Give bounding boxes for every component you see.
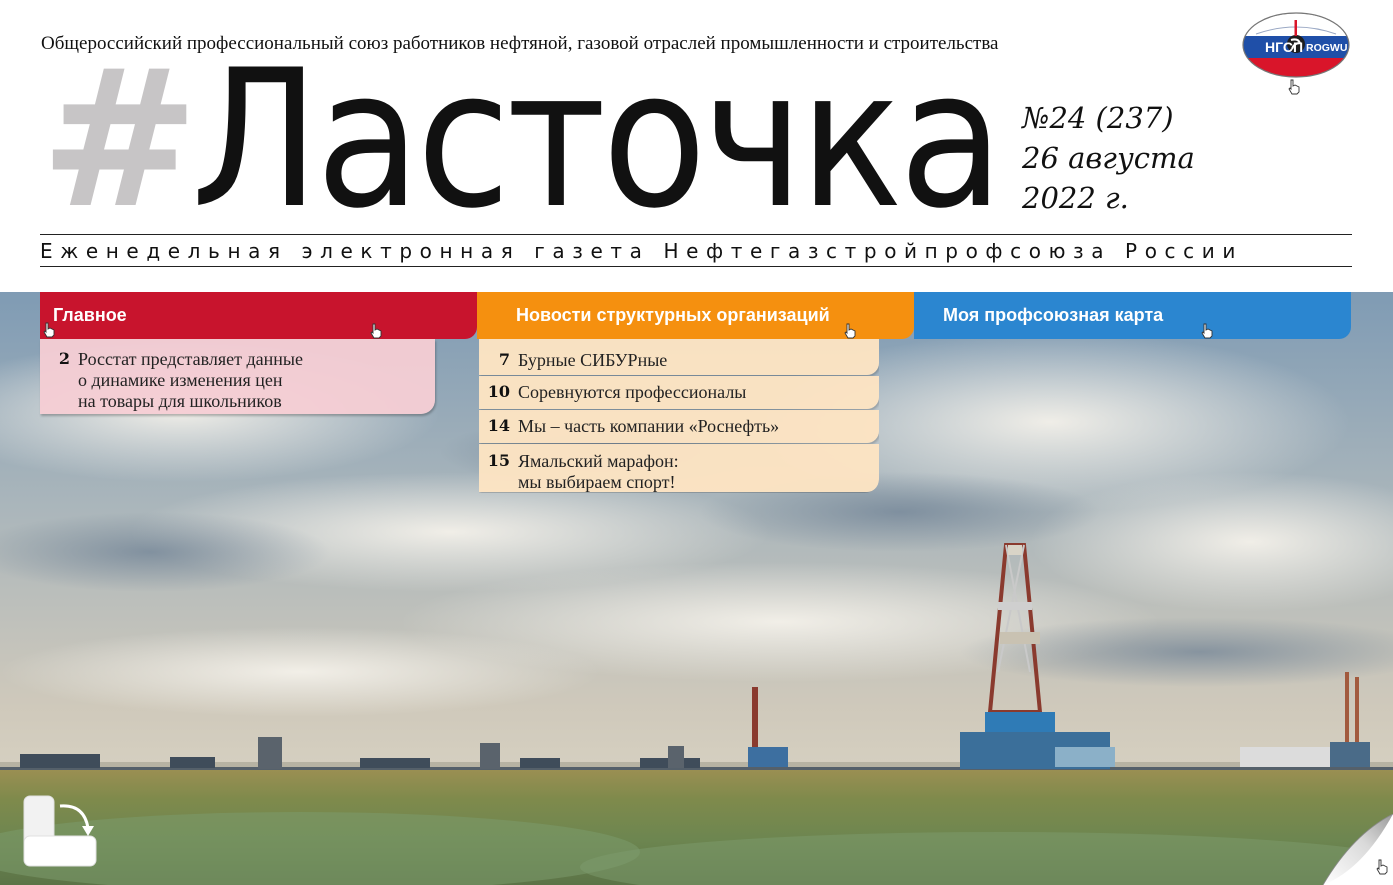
- rotate-page-button[interactable]: [22, 794, 98, 868]
- item-title-line: Ямальский марафон:: [518, 451, 679, 471]
- news-dropdown: 7 Бурные СИБУРные 10 Соревнуются професс…: [479, 339, 879, 493]
- hand-cursor-icon: [370, 323, 382, 339]
- item-page-number: 15: [487, 451, 510, 470]
- hand-cursor-icon: [1288, 79, 1300, 95]
- hand-cursor-icon: [43, 322, 55, 338]
- list-item[interactable]: 10 Соревнуются профессионалы: [479, 376, 879, 409]
- item-title-line: мы выбираем спорт!: [518, 472, 676, 492]
- item-title-line: о динамике изменения цен: [78, 370, 283, 390]
- list-item[interactable]: 15 Ямальский марафон: мы выбираем спорт!: [479, 444, 879, 492]
- masthead-title: #Ласточка: [40, 45, 1004, 235]
- issue-date: 26 августа: [1022, 141, 1195, 175]
- hand-cursor-icon: [1201, 323, 1213, 339]
- item-title-line: Росстат представляет данные: [78, 349, 303, 369]
- masthead-word: Ласточка: [191, 29, 1003, 250]
- item-page-number: 7: [498, 350, 510, 369]
- issue-year: 2022 г.: [1022, 181, 1129, 215]
- newspaper-subtitle: Еженедельная электронная газета Нефтегаз…: [40, 238, 1243, 263]
- tab-news-label: Новости структурных организаций: [516, 305, 830, 325]
- item-title: Росстат представляет данные о динамике и…: [78, 349, 303, 412]
- item-title: Соревнуются профессионалы: [518, 382, 747, 402]
- tab-union-card[interactable]: Моя профсоюзная карта: [914, 292, 1351, 339]
- hand-cursor-icon: [844, 323, 856, 339]
- logo-left-text: НГСП: [1265, 39, 1303, 55]
- item-page-number: 10: [487, 382, 510, 401]
- item-title: Мы – часть компании «Роснефть»: [518, 416, 780, 436]
- tab-main-label: Главное: [53, 305, 127, 325]
- issue-info: №24 (237) 26 августа 2022 г.: [1022, 98, 1195, 218]
- subtitle-bar: Еженедельная электронная газета Нефтегаз…: [40, 234, 1352, 267]
- tab-union-card-label: Моя профсоюзная карта: [943, 305, 1164, 325]
- item-title-line: на товары для школьников: [78, 391, 282, 411]
- next-page-curl[interactable]: [1313, 813, 1393, 885]
- list-item[interactable]: 7 Бурные СИБУРные: [479, 339, 879, 375]
- list-item[interactable]: 2 Росстат представляет данные о динамике…: [58, 349, 435, 412]
- item-page-number: 14: [487, 416, 510, 435]
- list-item[interactable]: 14 Мы – часть компании «Роснефть»: [479, 410, 879, 443]
- union-logo[interactable]: НГСП ROGWU: [1242, 12, 1350, 78]
- rotate-page-icon: [23, 795, 97, 867]
- page-curl-icon: [1322, 813, 1393, 885]
- newspaper-cover: Общероссийский профессиональный союз раб…: [0, 0, 1393, 885]
- tab-main[interactable]: Главное: [40, 292, 477, 339]
- item-title: Бурные СИБУРные: [518, 350, 668, 370]
- issue-number: №24 (237): [1022, 101, 1174, 135]
- masthead-hash: #: [40, 29, 199, 250]
- union-globe-logo-icon: НГСП ROGWU: [1242, 12, 1350, 78]
- item-page-number: 2: [58, 349, 70, 368]
- main-dropdown: 2 Росстат представляет данные о динамике…: [40, 339, 435, 414]
- item-title: Ямальский марафон: мы выбираем спорт!: [518, 451, 679, 493]
- logo-right-text: ROGWU: [1306, 42, 1347, 54]
